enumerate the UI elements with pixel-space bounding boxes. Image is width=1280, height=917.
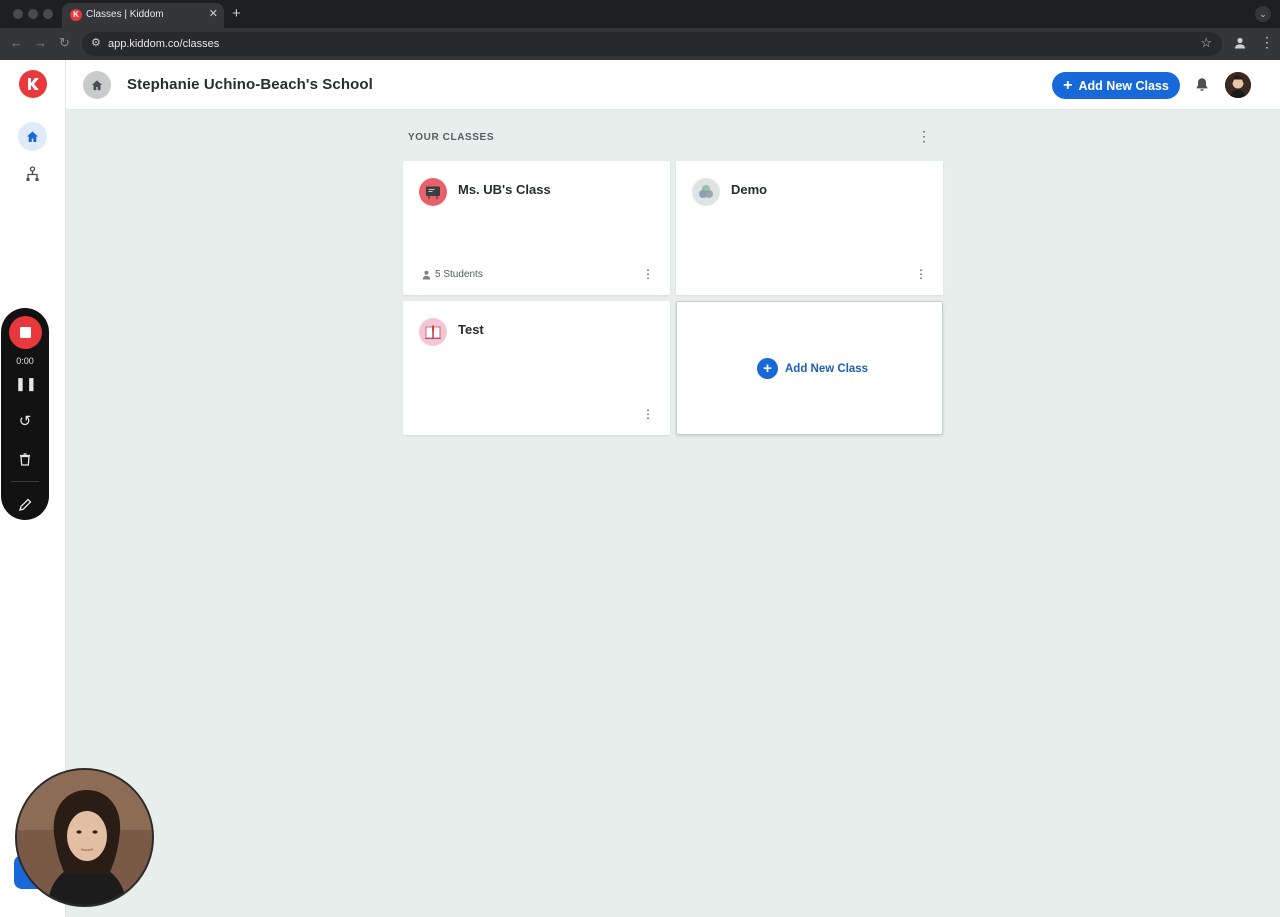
- class-title[interactable]: Test: [458, 322, 484, 337]
- class-card[interactable]: Ms. UB's Class 5 Students ⋮: [403, 161, 670, 295]
- class-more-options-icon[interactable]: ⋮: [915, 268, 927, 280]
- new-tab-plus-icon[interactable]: +: [232, 5, 241, 22]
- school-building-icon: [91, 80, 103, 91]
- section-more-options-icon[interactable]: ⋮: [917, 129, 931, 143]
- pause-icon[interactable]: ❚❚: [15, 374, 37, 394]
- section-title: YOUR CLASSES: [408, 132, 495, 143]
- stop-recording-button[interactable]: [9, 316, 42, 349]
- bookmark-star-icon[interactable]: ☆: [1200, 35, 1212, 51]
- sidebar-item-home[interactable]: [18, 122, 47, 151]
- restart-icon[interactable]: ↺: [15, 412, 35, 432]
- class-more-options-icon[interactable]: ⋮: [642, 408, 654, 420]
- add-new-class-card-label: Add New Class: [785, 362, 869, 375]
- tab-search-chevron-icon[interactable]: ⌄: [1255, 6, 1271, 22]
- webcam-bubble: [15, 768, 154, 907]
- back-arrow-icon[interactable]: ←: [10, 35, 23, 50]
- add-new-class-card[interactable]: + Add New Class: [676, 301, 943, 435]
- recording-timer: 0:00: [16, 356, 34, 366]
- window-zoom-dot[interactable]: [43, 9, 53, 19]
- webcam-person-image: [17, 770, 152, 905]
- address-bar[interactable]: ⚙ app.kiddom.co/classes ☆: [82, 32, 1222, 56]
- circles-graphic: [699, 185, 713, 198]
- class-card[interactable]: Test ⋮: [403, 301, 670, 435]
- tab-close-icon[interactable]: ✕: [209, 7, 218, 20]
- add-new-class-button[interactable]: + Add New Class: [1052, 72, 1180, 99]
- site-settings-icon[interactable]: ⚙: [91, 36, 101, 49]
- window-minimize-dot[interactable]: [28, 9, 38, 19]
- book-graphic: [425, 325, 441, 339]
- plus-icon: +: [1063, 76, 1073, 94]
- school-name: Stephanie Uchino-Beach's School: [127, 76, 373, 93]
- student-count-label: 5 Students: [435, 269, 483, 280]
- user-avatar[interactable]: [1225, 72, 1251, 98]
- browser-tabbar: K Classes | Kiddom ✕ + ⌄: [0, 0, 1280, 28]
- circles-icon: [692, 178, 720, 206]
- user-avatar-image: [1225, 72, 1251, 98]
- class-card[interactable]: Demo ⋮: [676, 161, 943, 295]
- browser-profile-icon[interactable]: [1233, 36, 1247, 50]
- home-icon: [27, 131, 38, 142]
- chalkboard-graphic: [426, 186, 440, 199]
- add-plus-circle-icon: +: [757, 358, 778, 379]
- forward-arrow-icon[interactable]: →: [34, 35, 47, 50]
- book-icon: [419, 318, 447, 346]
- add-new-class-label: Add New Class: [1078, 78, 1169, 93]
- hierarchy-icon[interactable]: [25, 166, 40, 182]
- student-count: 5 Students: [422, 269, 483, 280]
- recorder-divider: [11, 481, 39, 482]
- notifications-bell-icon[interactable]: [1195, 77, 1209, 92]
- add-new-class-card-button[interactable]: + Add New Class: [757, 358, 868, 379]
- tab-title: Classes | Kiddom: [86, 9, 164, 20]
- class-title[interactable]: Demo: [731, 182, 767, 197]
- school-home-icon[interactable]: [83, 71, 111, 99]
- browser-menu-icon[interactable]: ⋮: [1260, 34, 1274, 51]
- kiddom-logo[interactable]: [19, 70, 47, 98]
- screen-recorder-toolbar: 0:00 ❚❚ ↺: [1, 308, 49, 520]
- kiddom-k-icon: [28, 78, 39, 90]
- class-title[interactable]: Ms. UB's Class: [458, 182, 551, 197]
- address-url: app.kiddom.co/classes: [108, 38, 220, 50]
- student-person-icon: [422, 270, 431, 279]
- reload-icon[interactable]: ↻: [59, 35, 70, 51]
- kiddom-favicon-icon: K: [70, 9, 82, 21]
- app-header: Stephanie Uchino-Beach's School + Add Ne…: [66, 60, 1280, 110]
- trash-icon[interactable]: [15, 450, 35, 470]
- window-close-dot[interactable]: [13, 9, 23, 19]
- class-more-options-icon[interactable]: ⋮: [642, 268, 654, 280]
- pencil-draw-icon[interactable]: [15, 495, 35, 515]
- chalkboard-icon: [419, 178, 447, 206]
- browser-toolbar: ← → ↻ ⚙ app.kiddom.co/classes ☆: [0, 28, 1280, 60]
- browser-tab-active[interactable]: K Classes | Kiddom ✕: [62, 3, 224, 28]
